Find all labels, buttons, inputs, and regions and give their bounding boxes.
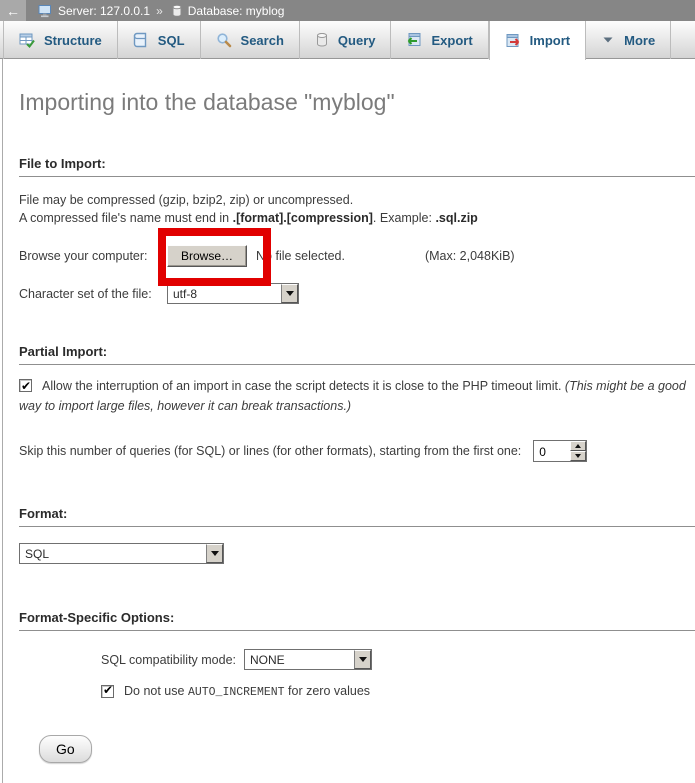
skip-queries-value: 0	[534, 441, 570, 461]
sql-compatibility-label: SQL compatibility mode:	[101, 653, 236, 667]
skip-queries-row: Skip this number of queries (for SQL) or…	[19, 440, 695, 462]
section-heading-partial-import: Partial Import:	[19, 344, 695, 365]
format-select[interactable]: SQL	[19, 543, 224, 564]
section-heading-format: Format:	[19, 506, 695, 527]
dropdown-arrow-icon[interactable]	[206, 544, 223, 563]
tab-label: More	[624, 33, 655, 48]
sql-compatibility-row: SQL compatibility mode: NONE	[19, 649, 695, 670]
browse-row: Browse your computer: Browse… No file se…	[19, 245, 695, 267]
sql-compatibility-select[interactable]: NONE	[244, 649, 372, 670]
tab-more[interactable]: More	[586, 21, 671, 59]
tab-import[interactable]: Import	[489, 21, 586, 60]
naming-info-line: A compressed file's name must end in .[f…	[19, 209, 695, 227]
dropdown-arrow-icon[interactable]	[281, 284, 298, 303]
tab-label: Import	[530, 33, 570, 48]
auto-increment-row: Do not use AUTO_INCREMENT for zero value…	[19, 684, 695, 699]
search-icon	[216, 32, 232, 48]
section-heading-format-specific: Format-Specific Options:	[19, 610, 695, 631]
tab-label: Query	[338, 33, 376, 48]
tab-export[interactable]: Export	[391, 21, 488, 59]
breadcrumb-database-link[interactable]: Database: myblog	[188, 4, 285, 18]
browse-label: Browse your computer:	[19, 249, 167, 263]
sql-compatibility-value: NONE	[245, 650, 354, 669]
breadcrumb-separator: »	[156, 4, 163, 18]
main-content: Importing into the database "myblog" Fil…	[2, 59, 695, 783]
stepper-up-button[interactable]	[570, 441, 586, 451]
allow-interruption-row: Allow the interruption of an import in c…	[19, 377, 691, 416]
database-icon	[171, 4, 183, 18]
tab-structure[interactable]: Structure	[3, 21, 118, 59]
format-selected-value: SQL	[20, 544, 206, 563]
skip-queries-label: Skip this number of queries (for SQL) or…	[19, 444, 521, 458]
query-icon	[315, 32, 329, 48]
chevron-down-icon	[601, 33, 615, 47]
tab-sql[interactable]: SQL	[118, 21, 201, 59]
go-button[interactable]: Go	[39, 735, 92, 763]
server-icon	[38, 4, 53, 18]
tab-bar: Structure SQL Search Query	[0, 21, 695, 59]
max-size-note: (Max: 2,048KiB)	[425, 249, 515, 263]
dropdown-arrow-icon[interactable]	[354, 650, 371, 669]
back-arrow-button[interactable]: ←	[0, 0, 26, 21]
charset-label: Character set of the file:	[19, 287, 167, 301]
no-file-selected-text: No file selected.	[256, 249, 345, 263]
breadcrumb-server-link[interactable]: Server: 127.0.0.1	[58, 4, 150, 18]
charset-selected-value: utf-8	[168, 284, 281, 303]
sql-icon	[133, 32, 149, 48]
compression-info-line: File may be compressed (gzip, bzip2, zip…	[19, 191, 695, 209]
tab-query[interactable]: Query	[300, 21, 392, 59]
tab-label: Structure	[44, 33, 102, 48]
file-info-text: File may be compressed (gzip, bzip2, zip…	[19, 191, 695, 227]
tab-search[interactable]: Search	[201, 21, 300, 59]
allow-interruption-checkbox[interactable]	[19, 379, 32, 392]
stepper-down-button[interactable]	[570, 451, 586, 461]
charset-row: Character set of the file: utf-8	[19, 283, 695, 304]
section-heading-file-to-import: File to Import:	[19, 156, 695, 177]
auto-increment-keyword: AUTO_INCREMENT	[188, 686, 285, 699]
tab-label: SQL	[158, 33, 185, 48]
allow-interruption-text: Allow the interruption of an import in c…	[42, 379, 565, 393]
auto-increment-label: Do not use AUTO_INCREMENT for zero value…	[124, 684, 370, 699]
page-title: Importing into the database "myblog"	[19, 59, 695, 116]
tab-label: Search	[241, 33, 284, 48]
export-icon	[406, 32, 422, 48]
charset-select[interactable]: utf-8	[167, 283, 299, 304]
tab-label: Export	[431, 33, 472, 48]
auto-increment-checkbox[interactable]	[101, 685, 114, 698]
skip-queries-stepper[interactable]: 0	[533, 440, 587, 462]
breadcrumb-bar: ← Server: 127.0.0.1 » Database: myblog	[0, 0, 695, 21]
import-icon	[505, 33, 521, 49]
browse-button[interactable]: Browse…	[167, 245, 247, 267]
structure-icon	[19, 32, 35, 48]
